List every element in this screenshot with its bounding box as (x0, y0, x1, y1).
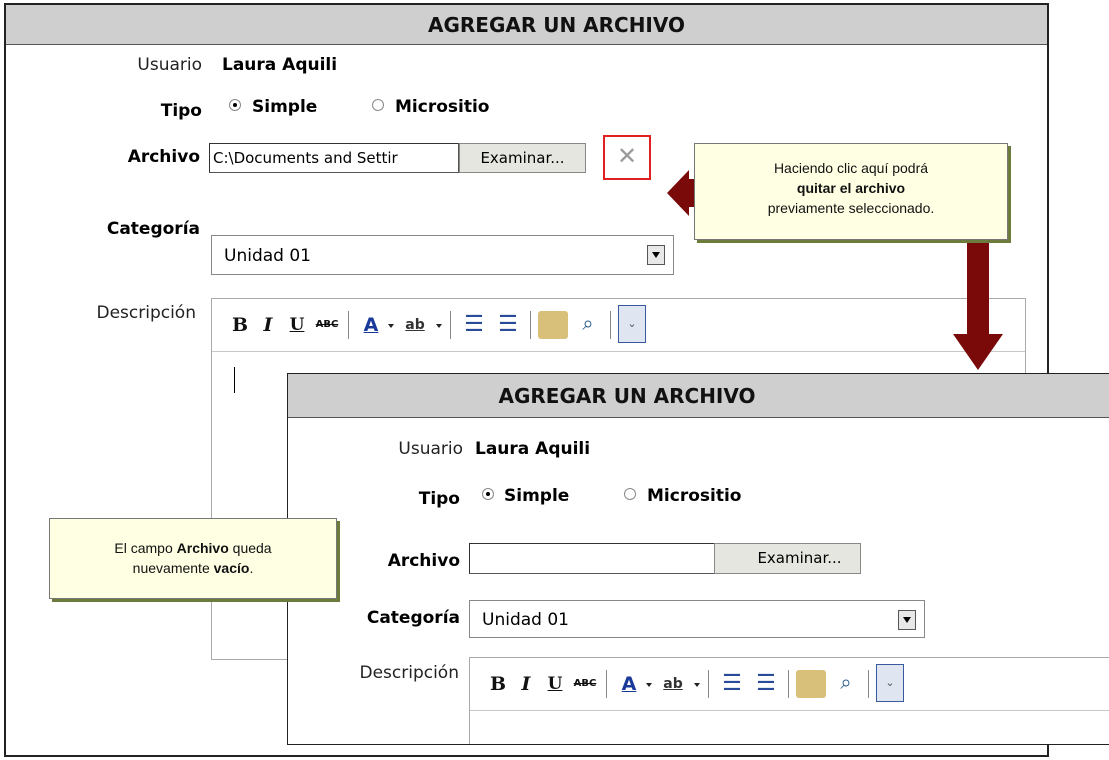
italic-icon[interactable]: I (258, 313, 278, 337)
radio-simple-label[interactable]: Simple (504, 486, 569, 506)
toolbar-separator (708, 670, 709, 698)
front-panel: AGREGAR UN ARCHIVO Usuario Laura Aquili … (287, 373, 1109, 745)
descripcion-label: Descripción (359, 663, 459, 683)
toolbar-separator (348, 311, 349, 339)
callout-bold-text: Archivo (176, 540, 229, 556)
chevron-down-icon[interactable] (898, 610, 916, 630)
panel-title: AGREGAR UN ARCHIVO (6, 5, 1047, 45)
find-icon[interactable]: ⌕ (832, 670, 860, 698)
highlight-icon[interactable]: ab (658, 672, 688, 696)
chevron-down-icon[interactable] (647, 245, 665, 265)
examinar-button[interactable]: Examinar... (714, 543, 861, 574)
editor-toolbar: B I U ABC A ab ☰ ☰ ⌕ ⌄ (470, 658, 1109, 711)
usuario-label: Usuario (398, 439, 463, 459)
font-color-dropdown-icon[interactable] (646, 683, 652, 687)
categoria-label: Categoría (366, 608, 460, 628)
text-cursor (234, 367, 235, 393)
archivo-label: Archivo (387, 551, 460, 571)
toolbar-separator (788, 670, 789, 698)
callout-bold-text: vacío (213, 560, 250, 576)
radio-simple-label[interactable]: Simple (252, 97, 317, 117)
close-icon[interactable]: ✕ (614, 143, 640, 169)
categoria-select[interactable]: Unidad 01 (211, 235, 674, 275)
radio-simple[interactable] (482, 488, 494, 500)
categoria-label: Categoría (106, 219, 200, 239)
descripcion-editor[interactable]: B I U ABC A ab ☰ ☰ ⌕ ⌄ (469, 657, 1109, 744)
arrow-down-head (953, 334, 1003, 370)
bold-icon[interactable]: B (488, 672, 508, 696)
descripcion-label: Descripción (96, 303, 196, 323)
radio-micrositio-label[interactable]: Micrositio (395, 97, 489, 117)
panel-title: AGREGAR UN ARCHIVO (288, 374, 1109, 418)
bold-icon[interactable]: B (230, 313, 250, 337)
arrow-down-shaft (967, 238, 989, 336)
toolbar-separator (450, 311, 451, 339)
categoria-selected-value: Unidad 01 (482, 610, 569, 630)
strikethrough-icon[interactable]: ABC (314, 313, 340, 337)
toolbar-separator (610, 311, 611, 339)
italic-icon[interactable]: I (516, 672, 536, 696)
archivo-label: Archivo (127, 147, 200, 167)
underline-icon[interactable]: U (286, 313, 308, 337)
tipo-label: Tipo (418, 489, 460, 509)
categoria-selected-value: Unidad 01 (224, 246, 311, 266)
radio-simple[interactable] (229, 99, 241, 111)
font-color-dropdown-icon[interactable] (388, 324, 394, 328)
editor-toolbar: B I U ABC A ab ☰ ☰ ⌕ ⌄ (212, 299, 1025, 352)
paste-from-word-icon[interactable] (796, 670, 826, 698)
callout-line2: quitar el archivo (796, 180, 906, 196)
paste-from-word-icon[interactable] (538, 311, 568, 339)
expand-toolbar-icon[interactable]: ⌄ (618, 305, 646, 343)
callout-line3: previamente seleccionado. (767, 200, 935, 216)
find-icon[interactable]: ⌕ (574, 311, 602, 339)
callout-text: El campo (114, 540, 177, 556)
callout-line2: nuevamente vacío. (50, 558, 336, 578)
categoria-select[interactable]: Unidad 01 (469, 600, 925, 638)
font-color-icon[interactable]: A (358, 313, 384, 337)
numbered-list-icon[interactable]: ☰ (752, 672, 780, 696)
expand-toolbar-icon[interactable]: ⌄ (876, 664, 904, 702)
usuario-label: Usuario (137, 55, 202, 75)
highlight-dropdown-icon[interactable] (694, 683, 700, 687)
arrow-left-head (667, 170, 689, 216)
toolbar-separator (606, 670, 607, 698)
callout-text: . (249, 560, 254, 576)
callout-text: queda (228, 540, 272, 556)
radio-micrositio-label[interactable]: Micrositio (647, 486, 741, 506)
numbered-list-icon[interactable]: ☰ (494, 313, 522, 337)
callout-line1: Haciendo clic aquí podrá (773, 160, 929, 176)
tipo-label: Tipo (160, 101, 202, 121)
strikethrough-icon[interactable]: ABC (572, 672, 598, 696)
archivo-file-input[interactable] (469, 543, 715, 574)
usuario-value: Laura Aquili (475, 439, 591, 459)
radio-micrositio[interactable] (624, 488, 636, 500)
toolbar-separator (868, 670, 869, 698)
highlight-dropdown-icon[interactable] (436, 324, 442, 328)
font-color-icon[interactable]: A (616, 672, 642, 696)
usuario-value: Laura Aquili (222, 55, 338, 75)
radio-micrositio[interactable] (372, 99, 384, 111)
callout-text: nuevamente (132, 560, 214, 576)
underline-icon[interactable]: U (544, 672, 566, 696)
highlight-icon[interactable]: ab (400, 313, 430, 337)
archivo-file-input[interactable]: C:\Documents and Settir (209, 143, 459, 173)
examinar-button[interactable]: Examinar... (459, 143, 586, 173)
callout-line1: El campo Archivo queda (50, 538, 336, 558)
toolbar-separator (530, 311, 531, 339)
callout-field-empty: El campo Archivo queda nuevamente vacío. (49, 518, 337, 599)
bulleted-list-icon[interactable]: ☰ (718, 672, 746, 696)
callout-remove-file: Haciendo clic aquí podrá quitar el archi… (694, 143, 1008, 240)
bulleted-list-icon[interactable]: ☰ (460, 313, 488, 337)
